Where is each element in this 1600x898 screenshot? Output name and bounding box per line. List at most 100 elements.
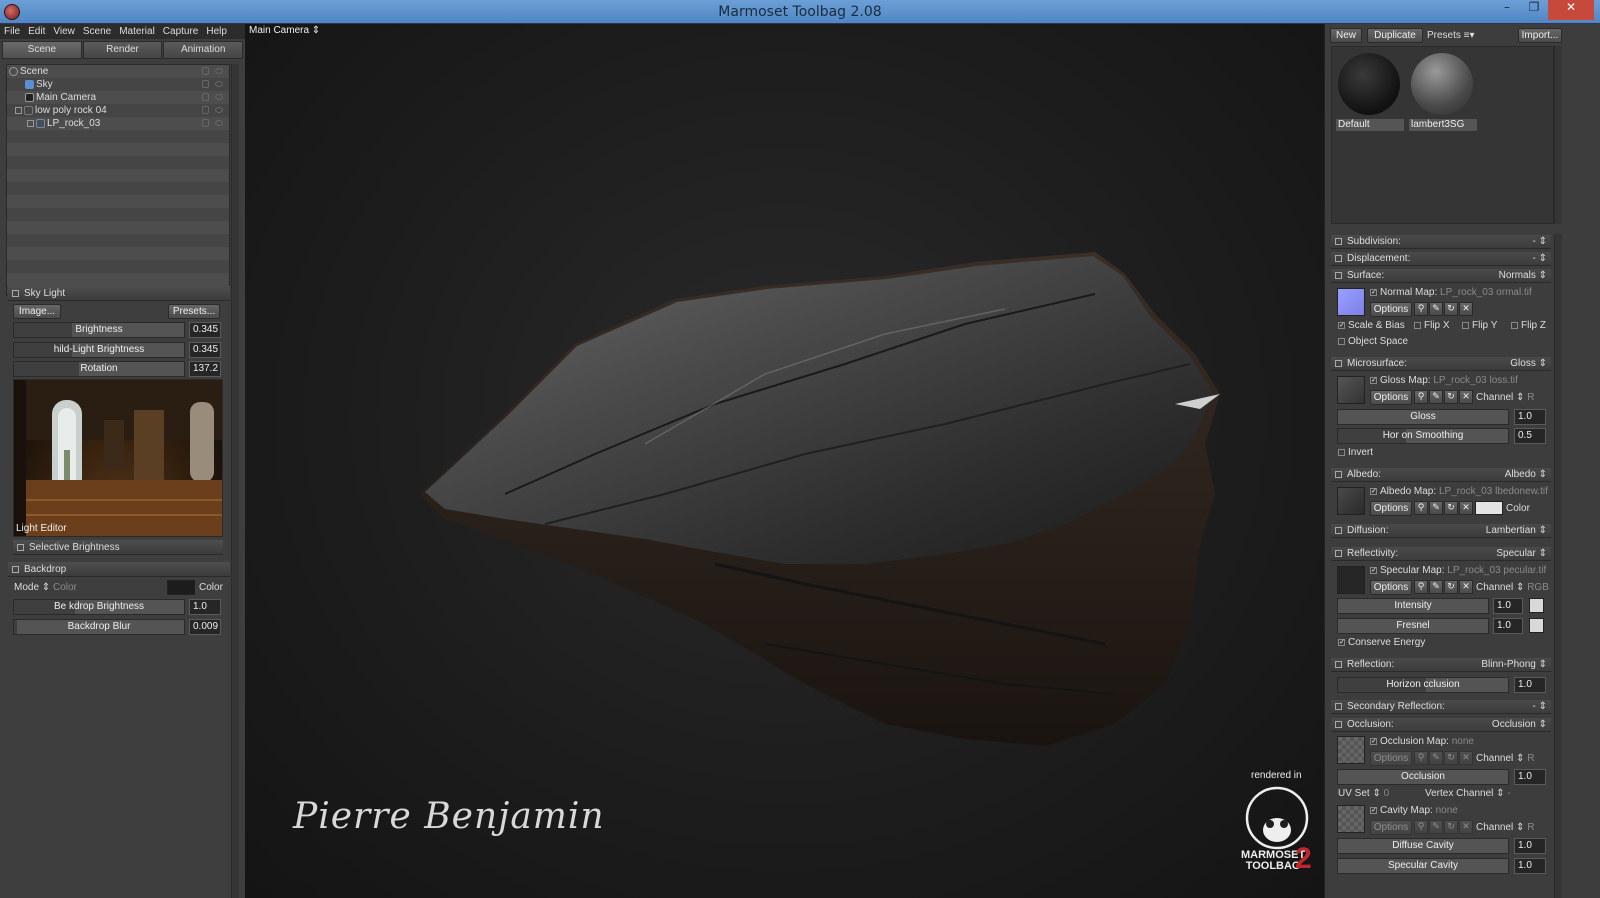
expand-icon[interactable] [1335, 237, 1342, 245]
diffuse-cavity-slider[interactable]: Diffuse Cavity [1337, 838, 1509, 854]
menu-help[interactable]: Help [202, 24, 231, 39]
intensity-value[interactable]: 1.0 [1493, 598, 1523, 614]
collapse-icon[interactable] [1335, 660, 1342, 668]
tree-item-lp-rock[interactable]: LP_rock_03 [7, 117, 229, 130]
expand-icon[interactable] [27, 119, 34, 127]
checkbox[interactable] [1414, 321, 1421, 329]
scale-bias-option[interactable]: ✓ Scale & Bias [1338, 320, 1405, 331]
rotation-slider[interactable]: Rotation [13, 361, 185, 377]
gloss-channel-dropdown[interactable]: Channel ⇕ R [1476, 392, 1534, 403]
minimize-button[interactable]: – [1494, 0, 1520, 20]
flip-x-option[interactable]: Flip X [1414, 320, 1450, 331]
3d-viewport[interactable]: Main Camera ⇕ Pierre Benjamin rendered i… [245, 24, 1324, 898]
import-material-button[interactable]: Import... [1518, 28, 1562, 43]
material-scrollbar[interactable] [1554, 46, 1562, 224]
occlusion-slider[interactable]: Occlusion [1337, 769, 1509, 785]
gloss-slider[interactable]: Gloss [1337, 409, 1509, 425]
gloss-map-thumbnail[interactable] [1337, 376, 1365, 404]
secondary-reflection-value[interactable]: - ⇕ [1532, 700, 1547, 714]
reload-icon[interactable]: ↻ [1444, 751, 1458, 765]
intensity-slider[interactable]: Intensity [1337, 598, 1489, 614]
menu-file[interactable]: File [0, 24, 24, 39]
edit-icon[interactable]: ✎ [1429, 390, 1443, 404]
backdrop-brightness-value[interactable]: 1.0 [189, 599, 221, 615]
lock-icon[interactable] [202, 80, 209, 88]
displacement-value[interactable]: - ⇕ [1532, 252, 1547, 266]
collapse-icon[interactable] [1335, 271, 1342, 279]
presets-dropdown[interactable]: Presets ≡▾ [1427, 30, 1475, 41]
reflectivity-value[interactable]: Specular ⇕ [1496, 547, 1547, 561]
edit-icon[interactable]: ✎ [1429, 820, 1443, 834]
sky-presets-button[interactable]: Presets... [168, 304, 220, 319]
diffusion-value[interactable]: Lambertian ⇕ [1486, 524, 1547, 538]
child-light-brightness-slider[interactable]: hild-Light Brightness [13, 342, 185, 358]
material-lambert3sg[interactable]: lambert3SG [1409, 51, 1477, 131]
backdrop-color-swatch[interactable] [167, 580, 195, 595]
tab-render[interactable]: Render [82, 41, 163, 59]
intensity-color-swatch[interactable] [1529, 598, 1544, 613]
surface-value[interactable]: Normals ⇕ [1499, 269, 1547, 283]
occlusion-map-checkbox[interactable]: ✓ [1370, 737, 1377, 745]
normal-map-checkbox[interactable]: ✓ [1370, 288, 1377, 296]
search-icon[interactable]: ⚲ [1414, 390, 1428, 404]
edit-icon[interactable]: ✎ [1429, 302, 1443, 316]
clear-icon[interactable]: ✕ [1459, 302, 1473, 316]
eye-icon[interactable] [215, 120, 223, 126]
brightness-slider[interactable]: Brightness [13, 322, 185, 338]
cavity-map-thumbnail[interactable] [1337, 805, 1365, 833]
lock-icon[interactable] [202, 106, 209, 114]
specular-options-button[interactable]: Options [1370, 580, 1412, 595]
occlusion-value[interactable]: Occlusion ⇕ [1492, 718, 1547, 732]
reflectivity-section[interactable]: Reflectivity: Specular ⇕ [1331, 547, 1551, 561]
new-material-button[interactable]: New [1330, 28, 1362, 43]
collapse-icon[interactable] [1335, 720, 1342, 728]
reload-icon[interactable]: ↻ [1444, 501, 1458, 515]
diffusion-section[interactable]: Diffusion: Lambertian ⇕ [1331, 524, 1551, 538]
sky-environment-preview[interactable]: Light Editor [13, 379, 223, 537]
subdivision-section[interactable]: Subdivision: - ⇕ [1331, 235, 1551, 249]
reload-icon[interactable]: ↻ [1444, 302, 1458, 316]
object-space-option[interactable]: Object Space [1338, 336, 1408, 347]
albedo-map-thumbnail[interactable] [1337, 487, 1365, 515]
menu-capture[interactable]: Capture [159, 24, 203, 39]
gloss-options-button[interactable]: Options [1370, 390, 1412, 405]
albedo-options-button[interactable]: Options [1370, 501, 1412, 516]
checkbox[interactable] [1511, 321, 1518, 329]
albedo-map-checkbox[interactable]: ✓ [1370, 487, 1377, 495]
eye-icon[interactable] [215, 81, 223, 87]
occlusion-section[interactable]: Occlusion: Occlusion ⇕ [1331, 718, 1551, 732]
secondary-reflection-section[interactable]: Secondary Reflection: - ⇕ [1331, 700, 1551, 714]
reflection-section[interactable]: Reflection: Blinn-Phong ⇕ [1331, 658, 1551, 672]
edit-icon[interactable]: ✎ [1429, 751, 1443, 765]
maximize-button[interactable]: ❐ [1521, 0, 1547, 20]
flip-y-option[interactable]: Flip Y [1462, 320, 1497, 331]
specular-map-thumbnail[interactable] [1337, 566, 1365, 594]
expand-icon[interactable] [1335, 254, 1342, 262]
displacement-section[interactable]: Displacement: - ⇕ [1331, 252, 1551, 266]
eye-icon[interactable] [215, 68, 223, 74]
albedo-color-swatch[interactable] [1475, 501, 1503, 515]
lock-icon[interactable] [202, 93, 209, 101]
tab-animation[interactable]: Animation [163, 41, 244, 59]
occlusion-channel-dropdown[interactable]: Channel ⇕ R [1476, 753, 1534, 764]
edit-icon[interactable]: ✎ [1429, 501, 1443, 515]
lock-icon[interactable] [202, 119, 209, 127]
brightness-value[interactable]: 0.345 [189, 322, 221, 338]
tree-item-sky[interactable]: Sky [7, 78, 229, 91]
backdrop-mode-label[interactable]: Mode ⇕ Color [14, 582, 77, 593]
expand-icon[interactable] [17, 543, 24, 551]
horizon-smoothing-value[interactable]: 0.5 [1514, 428, 1546, 444]
search-icon[interactable]: ⚲ [1414, 751, 1428, 765]
tree-item-scene[interactable]: Scene [7, 65, 229, 78]
menu-edit[interactable]: Edit [24, 24, 49, 39]
menu-scene[interactable]: Scene [79, 24, 115, 39]
menu-view[interactable]: View [49, 24, 79, 39]
search-icon[interactable]: ⚲ [1414, 501, 1428, 515]
collapse-icon[interactable] [12, 565, 19, 573]
horizon-smoothing-slider[interactable]: Hor on Smoothing [1337, 428, 1509, 444]
gloss-map-checkbox[interactable]: ✓ [1370, 376, 1377, 384]
specular-map-checkbox[interactable]: ✓ [1370, 566, 1377, 574]
checkbox[interactable] [1338, 337, 1345, 345]
clear-icon[interactable]: ✕ [1459, 751, 1473, 765]
cavity-map-checkbox[interactable]: ✓ [1370, 806, 1377, 814]
